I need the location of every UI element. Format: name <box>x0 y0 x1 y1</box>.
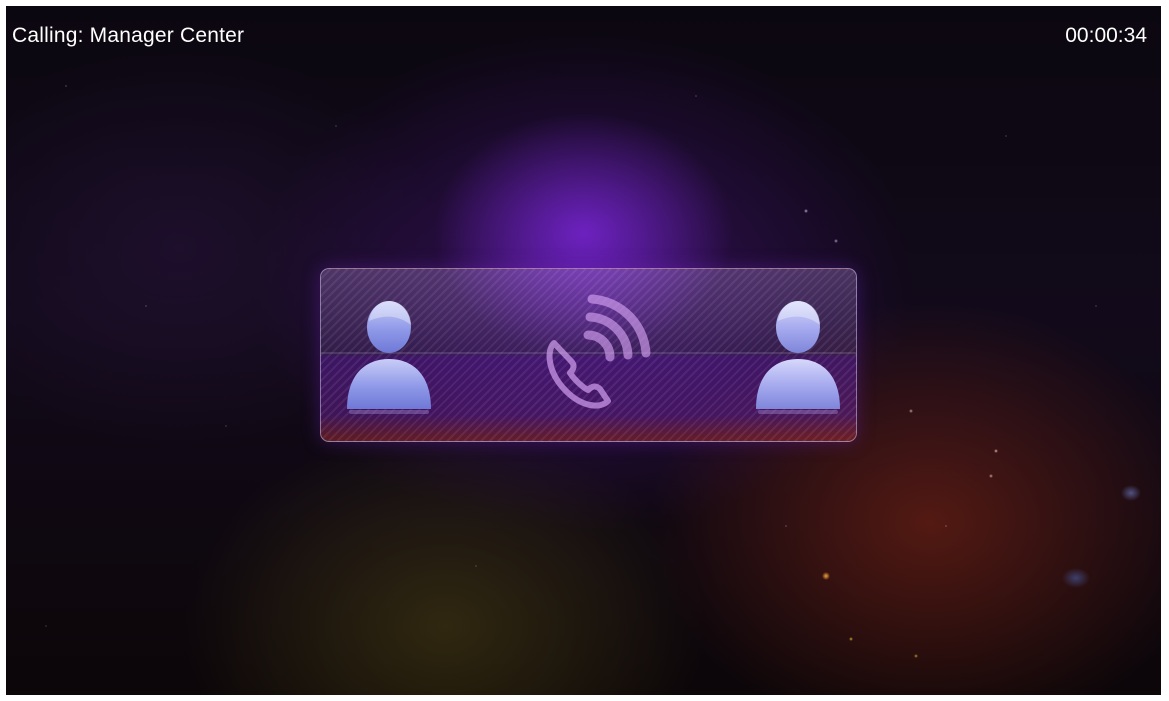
call-screen: Calling: Manager Center 00:00:34 <box>6 6 1161 695</box>
call-status-panel <box>320 268 857 442</box>
phone-ringing-icon <box>546 294 651 409</box>
callee-person-icon <box>756 301 840 414</box>
call-duration-timer: 00:00:34 <box>1065 24 1147 47</box>
call-title: Calling: Manager Center <box>12 24 245 47</box>
caller-person-icon <box>347 301 431 414</box>
